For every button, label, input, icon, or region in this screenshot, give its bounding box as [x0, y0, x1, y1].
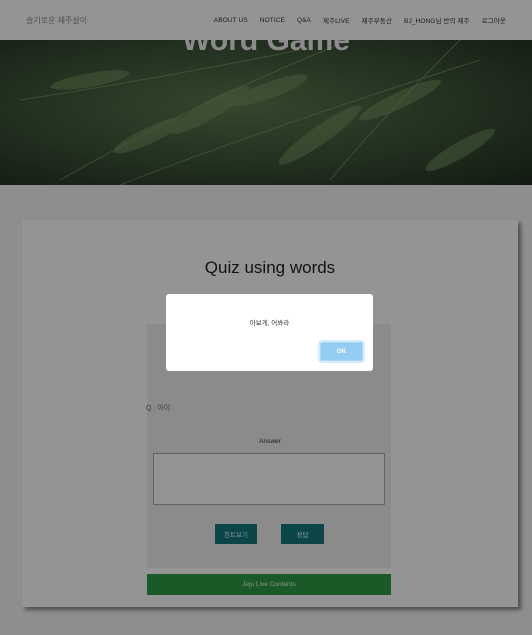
ok-button[interactable]: OK — [320, 342, 363, 361]
dialog-message: 아보게, 어봐라 — [249, 320, 290, 327]
alert-dialog: 아보게, 어봐라 OK — [166, 294, 373, 371]
